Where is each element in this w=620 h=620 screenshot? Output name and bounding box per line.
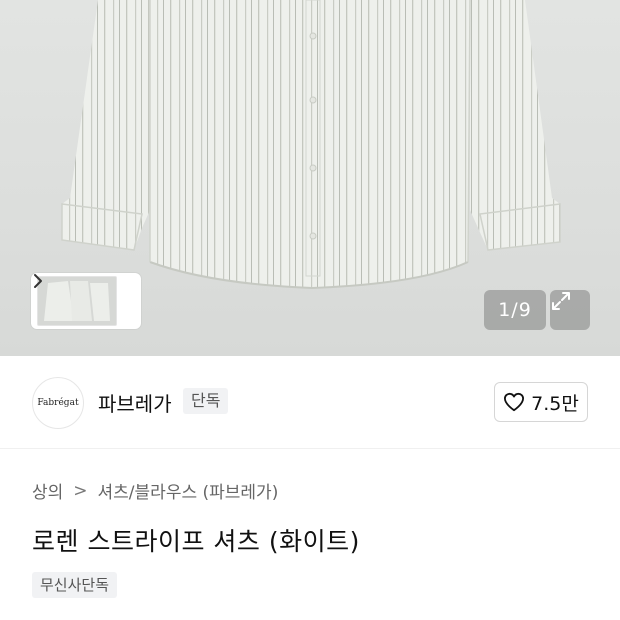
breadcrumb-subcategory[interactable]: 셔츠/블라우스 (파브레가) [98,478,279,503]
brand-name[interactable]: 파브레가 [98,388,172,417]
brand-row: Fabrégat 파브레가 단독 7.5만 [0,356,620,449]
brand-logo[interactable]: Fabrégat [32,377,84,429]
exclusive-badge: 단독 [183,388,229,414]
store-exclusive-tag: 무신사단독 [32,572,118,598]
like-button[interactable]: 7.5만 [494,382,588,422]
like-count: 7.5만 [531,392,579,415]
image-counter: 1/9 [484,290,546,330]
expand-icon [552,292,570,310]
breadcrumb-category[interactable]: 상의 [32,478,63,503]
breadcrumb: 상의 > 셔츠/블라우스 (파브레가) [32,478,279,504]
thumbnail-image[interactable] [37,276,117,326]
thumbnail-shirt-image [38,277,116,325]
expand-button[interactable] [550,290,590,330]
breadcrumb-separator: > [73,480,88,501]
product-image-gallery[interactable]: 1/9 [0,0,620,356]
product-title: 로렌 스트라이프 셔츠 (화이트) [32,527,360,556]
thumbnail-strip[interactable] [31,273,141,329]
heart-icon [504,392,525,412]
